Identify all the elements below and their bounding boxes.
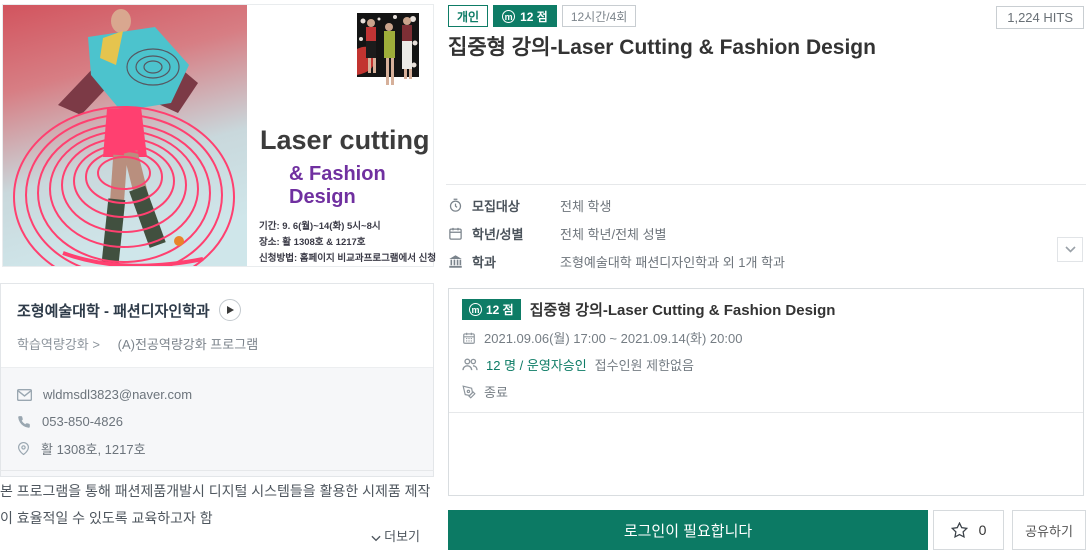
organizer-card: 조형예술대학 - 패션디자인학과 학습역량강화 > (A)전공역량강화 프로그램… <box>0 283 434 477</box>
email-icon <box>17 389 32 401</box>
poster-title-line2: & Fashion Design <box>289 163 433 209</box>
play-icon <box>227 306 234 314</box>
session-status-row: 종료 <box>462 382 1070 401</box>
map-pin-icon <box>17 441 30 456</box>
badge-points-label: 12 점 <box>520 8 548 25</box>
session-empty-area <box>449 413 1083 495</box>
detail-row-department: 학과 조형예술대학 패션디자인학과 외 1개 학과 <box>448 247 1048 275</box>
contact-email: wldmsdl3823@naver.com <box>43 387 192 402</box>
detail-value-grade-gender: 전체 학년/전체 성별 <box>560 224 667 243</box>
detail-label-department: 학과 <box>472 252 560 271</box>
poster-title-line1: Laser cutting <box>260 125 430 156</box>
department-expand-button[interactable] <box>1057 237 1083 262</box>
breadcrumb-separator: > <box>92 337 100 352</box>
program-description: 본 프로그램을 통해 패션제품개발시 디지털 시스템들을 활용한 시제품 제작이… <box>0 470 434 532</box>
contact-section: wldmsdl3823@naver.com 053-850-4826 활 130… <box>1 367 433 476</box>
mileage-icon: m <box>469 303 482 316</box>
users-icon <box>462 358 478 371</box>
hits-counter: 1,224 HITS <box>996 6 1084 29</box>
session-date-range: 2021.09.06(월) 17:00 ~ 2021.09.14(화) 20:0… <box>484 328 742 347</box>
detail-label-grade-gender: 학년/성별 <box>472 224 560 243</box>
detail-row-target: 모집대상 전체 학생 <box>448 191 1048 219</box>
contact-location: 활 1308호, 1217호 <box>41 439 146 458</box>
session-capacity-note: 접수인원 제한없음 <box>595 355 694 374</box>
calendar-icon <box>462 331 476 345</box>
session-capacity-row: 12 명 / 운영자승인 접수인원 제한없음 <box>462 355 1070 374</box>
breadcrumb-parent: 학습역량강화 <box>17 337 89 352</box>
session-points-label: 12 점 <box>486 301 514 318</box>
poster-info-place: 장소: 활 1308호 & 1217호 <box>259 235 436 251</box>
poster-info: 기간: 9. 6(월)~14(화) 5시~8시 장소: 활 1308호 & 12… <box>259 219 436 267</box>
contact-phone-row: 053-850-4826 <box>17 408 417 435</box>
detail-value-department: 조형예술대학 패션디자인학과 외 1개 학과 <box>560 252 785 271</box>
poster-text-panel: Laser cutting & Fashion Design 기간: 9. 6(… <box>247 5 433 266</box>
runway-models-photo <box>357 13 419 105</box>
session-points-badge: m 12 점 <box>462 299 521 320</box>
badge-hours-label: 12시간/4회 <box>571 8 627 25</box>
page-title: 집중형 강의-Laser Cutting & Fashion Design <box>448 31 1068 61</box>
mileage-icon: m <box>502 10 515 23</box>
program-poster: Laser cutting & Fashion Design 기간: 9. 6(… <box>2 4 434 267</box>
badge-points: m 12 점 <box>493 5 557 27</box>
session-status: 종료 <box>484 382 508 401</box>
organizer-header: 조형예술대학 - 패션디자인학과 학습역량강화 > (A)전공역량강화 프로그램 <box>1 284 433 367</box>
details-divider <box>446 184 1086 185</box>
show-more-link[interactable]: 더보기 <box>0 526 420 545</box>
favorite-button[interactable]: 0 <box>933 510 1004 550</box>
detail-label-target: 모집대상 <box>472 196 560 215</box>
contact-phone: 053-850-4826 <box>42 414 123 429</box>
contact-email-row: wldmsdl3823@naver.com <box>17 381 417 408</box>
play-button[interactable] <box>219 299 241 321</box>
session-capacity-highlight: 12 명 / 운영자승인 <box>486 355 587 374</box>
favorite-count: 0 <box>979 522 987 538</box>
details-section: 모집대상 전체 학생 학년/성별 전체 학년/전체 성별 학과 조형예술대학 패… <box>448 191 1048 275</box>
phone-icon <box>17 415 31 429</box>
chevron-down-icon <box>1065 246 1076 253</box>
contact-location-row: 활 1308호, 1217호 <box>17 435 417 462</box>
badge-row: 개인 m 12 점 12시간/4회 <box>448 5 636 27</box>
program-session-card: m 12 점 집중형 강의-Laser Cutting & Fashion De… <box>448 288 1084 496</box>
star-icon <box>951 522 968 538</box>
login-required-button[interactable]: 로그인이 필요합니다 <box>448 510 928 550</box>
session-date-row: 2021.09.06(월) 17:00 ~ 2021.09.14(화) 20:0… <box>462 328 1070 347</box>
laser-cut-dress-illustration <box>3 5 247 266</box>
badge-personal-label: 개인 <box>457 8 479 25</box>
session-title: 집중형 강의-Laser Cutting & Fashion Design <box>530 299 836 320</box>
poster-info-apply: 신청방법: 홈페이지 비교과프로그램에서 신청 <box>259 251 436 267</box>
calendar-icon <box>448 226 465 241</box>
badge-hours: 12시간/4회 <box>562 5 636 27</box>
badge-personal: 개인 <box>448 5 488 27</box>
session-info: m 12 점 집중형 강의-Laser Cutting & Fashion De… <box>449 289 1083 413</box>
university-icon <box>448 254 465 269</box>
breadcrumb: 학습역량강화 > (A)전공역량강화 프로그램 <box>17 334 417 353</box>
chevron-down-icon <box>371 535 381 542</box>
program-detail-page: Laser cutting & Fashion Design 기간: 9. 6(… <box>0 0 1088 556</box>
poster-info-period: 기간: 9. 6(월)~14(화) 5시~8시 <box>259 219 436 235</box>
detail-value-target: 전체 학생 <box>560 196 611 215</box>
stopwatch-icon <box>448 198 465 213</box>
poster-model-photo <box>3 5 247 266</box>
pen-icon <box>462 385 476 399</box>
detail-row-grade-gender: 학년/성별 전체 학년/전체 성별 <box>448 219 1048 247</box>
show-more-label: 더보기 <box>384 529 420 544</box>
breadcrumb-child: (A)전공역량강화 프로그램 <box>118 337 259 352</box>
organizer-title: 조형예술대학 - 패션디자인학과 <box>17 300 210 321</box>
share-button[interactable]: 공유하기 <box>1012 510 1086 550</box>
